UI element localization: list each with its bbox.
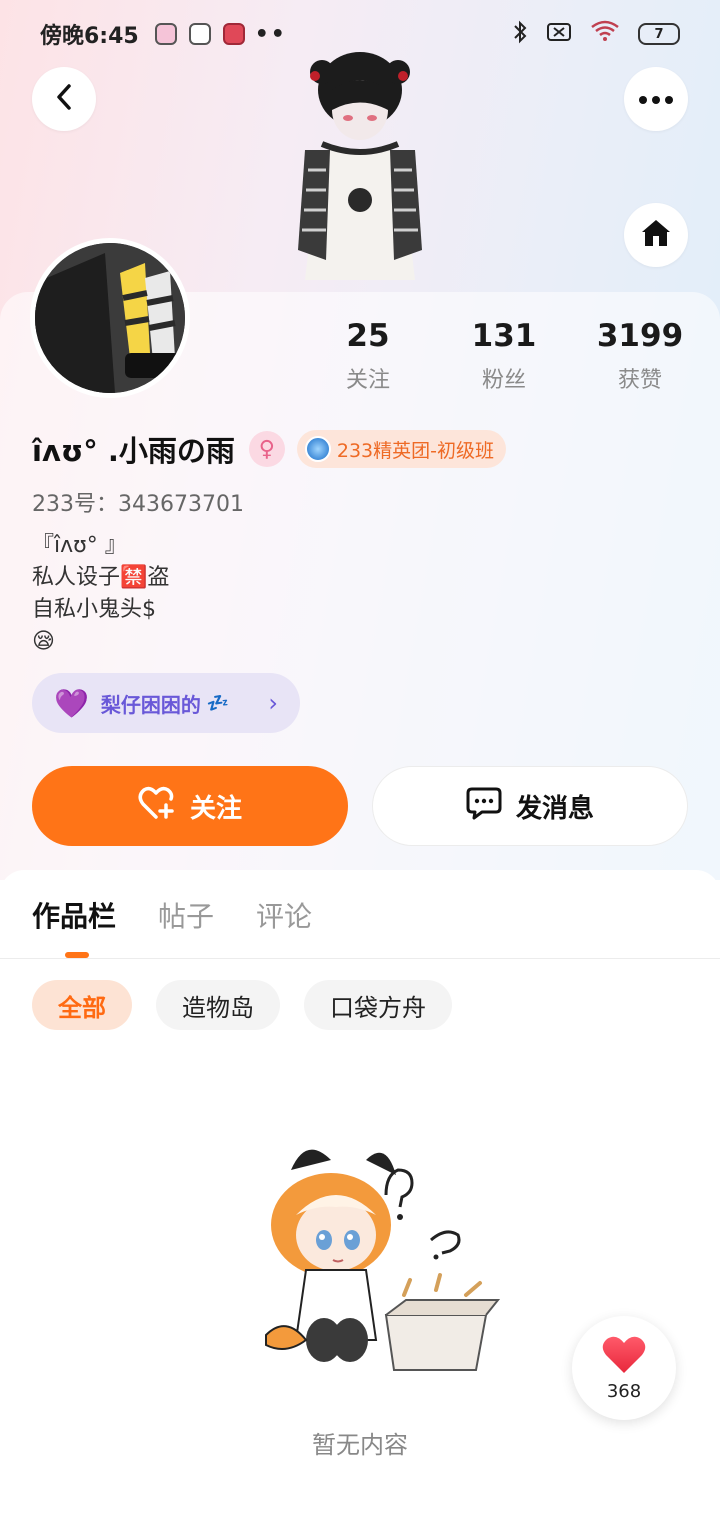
filter-chip-pocket-ark[interactable]: 口袋方舟 [304,980,452,1030]
bluetooth-icon [512,20,528,49]
tab-posts[interactable]: 帖子 [158,895,214,935]
female-icon: ♀ [248,431,285,467]
app-notification-icon [188,23,211,45]
app-notification-icon [222,23,245,45]
bio-line: 『îʌʊ° 』 [32,533,127,558]
filter-chip-all[interactable]: 全部 [32,980,132,1030]
tab-works[interactable]: 作品栏 [32,895,116,935]
rank-medal-icon [304,436,331,462]
stat-likes[interactable]: 3199 获赞 [572,318,708,394]
user-id: 233号：343673701 [32,492,244,517]
like-count: 368 [606,1380,642,1402]
bio-line: 私人设子🈲盗 [32,565,170,590]
status-time: 傍晚6:45 [40,24,139,49]
purple-heart-icon: 💜 [54,686,89,720]
status-right-group: 7 [512,20,680,49]
mood-status-text: 梨仔困困的 [100,692,201,717]
empty-state-illustration [236,1115,506,1385]
chevron-right-icon: › [268,689,278,717]
heart-plus-icon [138,786,176,827]
user-bio: 『îʌʊ° 』 私人设子🈲盗 自私小鬼头$ 😪 [32,530,169,658]
tab-comments[interactable]: 评论 [256,895,312,935]
heart-icon [601,1335,647,1379]
more-options-button[interactable] [624,67,688,131]
stat-label: 粉丝 [481,368,526,393]
avatar[interactable] [30,238,190,398]
stat-fans[interactable]: 131 粉丝 [436,318,572,394]
more-notifications-indicator: •• [254,21,287,47]
back-button[interactable] [32,67,96,131]
bio-line: 自私小鬼头$ [32,597,156,622]
sleep-zz-icon: 💤 [206,692,230,714]
stat-value: 25 [346,318,390,354]
stat-following[interactable]: 25 关注 [300,318,436,394]
rank-badge-label: 233精英团-初级班 [336,439,494,462]
stat-label: 关注 [345,368,390,393]
stat-value: 131 [471,318,537,354]
follow-button[interactable]: 关注 [32,766,348,846]
filter-chip-creation-island[interactable]: 造物岛 [156,980,280,1030]
empty-state-text: 暂无内容 [312,1431,408,1459]
battery-icon: 7 [638,23,680,45]
status-notification-icons [154,23,245,45]
username: îʌʊ° .小雨の雨 [32,434,235,468]
chat-bubble-icon [466,786,502,827]
stat-label: 获赞 [617,368,662,393]
wifi-icon [590,20,620,48]
like-floating-button[interactable]: 368 [572,1316,676,1420]
profile-stats: 25 关注 131 粉丝 3199 获赞 [300,318,720,394]
send-message-button[interactable]: 发消息 [372,766,688,846]
send-message-label: 发消息 [515,793,594,824]
bio-line: 😪 [32,629,55,654]
tab-divider [0,958,720,959]
more-dots-icon [638,90,674,109]
home-button[interactable] [624,203,688,267]
chevron-left-icon [53,82,75,116]
no-sim-icon [546,22,572,47]
mood-status-pill[interactable]: 💜 梨仔困困的 💤 › [32,673,300,733]
stat-value: 3199 [596,318,684,354]
filter-chips: 全部 造物岛 口袋方舟 [32,980,452,1030]
home-icon [639,217,673,253]
content-tabs: 作品栏 帖子 评论 [32,895,312,935]
avatar-character-image [260,50,460,295]
follow-button-label: 关注 [189,793,242,824]
rank-badge[interactable]: 233精英团-初级班 [296,430,506,468]
app-notification-icon [154,23,177,45]
name-row: îʌʊ° .小雨の雨 ♀ 233精英团-初级班 [32,428,506,470]
